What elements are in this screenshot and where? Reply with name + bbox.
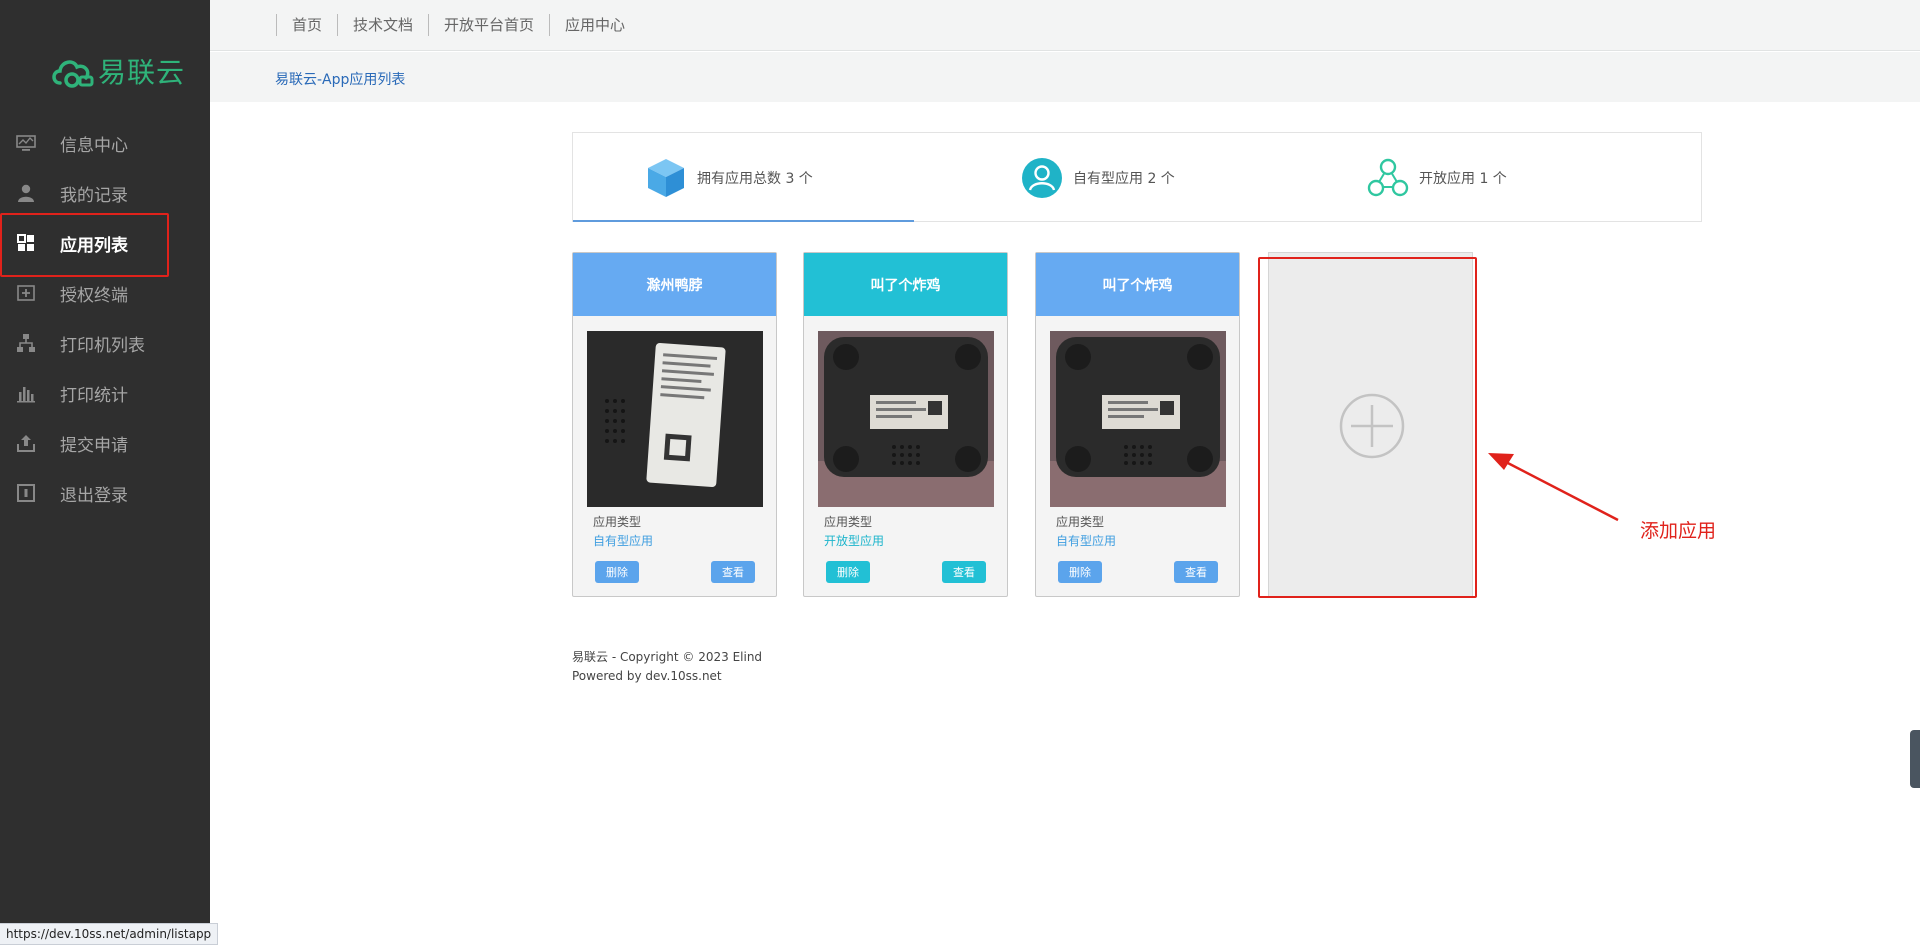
app-image <box>818 331 994 507</box>
sidebar-item-label: 信息中心 <box>60 135 128 156</box>
grid-icon <box>14 231 38 255</box>
delete-button[interactable]: 删除 <box>1058 561 1102 583</box>
topnav-app-center[interactable]: 应用中心 <box>549 14 640 36</box>
stat-own-apps[interactable]: 自有型应用 2 个 <box>1021 155 1175 201</box>
status-url: https://dev.10ss.net/admin/listapp <box>0 923 219 945</box>
sidebar-item-label: 应用列表 <box>60 235 128 256</box>
user-circle-icon <box>1022 158 1062 198</box>
topnav-tech-docs[interactable]: 技术文档 <box>337 14 428 36</box>
brand-name: 易联云 <box>98 56 186 89</box>
view-button[interactable]: 查看 <box>1174 561 1218 583</box>
cube-icon <box>648 159 684 197</box>
sidebar-item-my-records[interactable]: 我的记录 <box>0 168 210 218</box>
sidebar-item-submit-application[interactable]: 提交申请 <box>0 418 210 468</box>
sidebar-item-info-center[interactable]: 信息中心 <box>0 118 210 168</box>
top-nav: 首页 技术文档 开放平台首页 应用中心 <box>276 14 640 36</box>
app-card[interactable]: 叫了个炸鸡 应用类型 自有型应用 删除 查看 <box>1035 252 1240 597</box>
footer-powered-by: Powered by dev.10ss.net <box>572 669 722 683</box>
app-card[interactable]: 滁州鸭脖 应用类型 自有型应用 删除 查看 <box>572 252 777 597</box>
app-type-value: 自有型应用 <box>1056 534 1117 548</box>
delete-button[interactable]: 删除 <box>595 561 639 583</box>
annotation-label: 添加应用 <box>1640 520 1717 542</box>
sidebar-item-authorized-terminals[interactable]: 授权终端 <box>0 268 210 318</box>
view-button[interactable]: 查看 <box>711 561 755 583</box>
plus-box-icon <box>14 281 38 305</box>
annotation-arrow-icon <box>1488 453 1619 522</box>
logout-icon <box>14 481 38 505</box>
stat-total-apps[interactable]: 拥有应用总数 3 个 <box>645 155 813 201</box>
stat-own-label: 自有型应用 2 个 <box>1073 171 1175 187</box>
breadcrumb-bar: 易联云-App应用列表 <box>210 52 1920 102</box>
stat-total-label: 拥有应用总数 3 个 <box>697 171 813 187</box>
sidebar-nav: 信息中心 我的记录 应用列表 授权终端 打印机列表 打印统计 提交申请 退出登录 <box>0 118 210 518</box>
app-card-title: 滁州鸭脖 <box>573 253 776 316</box>
network-icon <box>14 331 38 355</box>
app-type-label: 应用类型 <box>1056 515 1105 529</box>
app-type-value: 开放型应用 <box>824 534 885 548</box>
app-type-label: 应用类型 <box>824 515 873 529</box>
add-app-highlight <box>1258 257 1477 598</box>
app-image <box>1050 331 1226 507</box>
sidebar-item-app-list[interactable]: 应用列表 <box>0 213 210 277</box>
monitor-icon <box>14 131 38 155</box>
user-icon <box>14 181 38 205</box>
stat-open-label: 开放应用 1 个 <box>1419 171 1507 187</box>
footer: 易联云 - Copyright © 2023 Elind Powered by … <box>572 648 762 686</box>
topnav-home[interactable]: 首页 <box>276 14 337 36</box>
sidebar-item-label: 我的记录 <box>60 185 128 206</box>
stats-panel: 拥有应用总数 3 个 自有型应用 2 个 开放应用 1 个 <box>572 132 1702 222</box>
app-card-title: 叫了个炸鸡 <box>1036 253 1239 316</box>
app-card-title: 叫了个炸鸡 <box>804 253 1007 316</box>
sidebar-item-label: 打印统计 <box>60 385 128 406</box>
sidebar-item-label: 授权终端 <box>60 285 128 306</box>
sidebar-item-label: 打印机列表 <box>60 335 145 356</box>
sidebar-item-label: 提交申请 <box>60 435 128 456</box>
topnav-open-platform-home[interactable]: 开放平台首页 <box>428 14 549 36</box>
sidebar-item-printer-list[interactable]: 打印机列表 <box>0 318 210 368</box>
sidebar: 易联云 信息中心 我的记录 应用列表 授权终端 打印机列表 打印统计 提交申请 … <box>0 0 210 945</box>
footer-copyright: 易联云 - Copyright © 2023 Elind <box>572 650 763 664</box>
sidebar-item-label: 退出登录 <box>60 485 128 506</box>
cloud-logo-icon <box>52 60 94 88</box>
upload-icon <box>14 431 38 455</box>
delete-button[interactable]: 删除 <box>826 561 870 583</box>
app-card[interactable]: 叫了个炸鸡 应用类型 开放型应用 删除 查看 <box>803 252 1008 597</box>
stat-open-apps[interactable]: 开放应用 1 个 <box>1367 155 1507 201</box>
top-bar: 首页 技术文档 开放平台首页 应用中心 <box>210 0 1920 51</box>
sidebar-item-logout[interactable]: 退出登录 <box>0 468 210 518</box>
breadcrumb[interactable]: 易联云-App应用列表 <box>275 69 405 89</box>
share-nodes-icon <box>1367 158 1409 197</box>
brand-logo[interactable]: 易联云 <box>50 50 185 92</box>
bar-chart-icon <box>14 381 38 405</box>
sidebar-item-print-stats[interactable]: 打印统计 <box>0 368 210 418</box>
app-image <box>587 331 763 507</box>
side-widget-handle[interactable] <box>1910 730 1920 788</box>
app-type-value: 自有型应用 <box>593 534 654 548</box>
view-button[interactable]: 查看 <box>942 561 986 583</box>
active-tab-underline <box>573 220 914 222</box>
app-type-label: 应用类型 <box>593 515 642 529</box>
